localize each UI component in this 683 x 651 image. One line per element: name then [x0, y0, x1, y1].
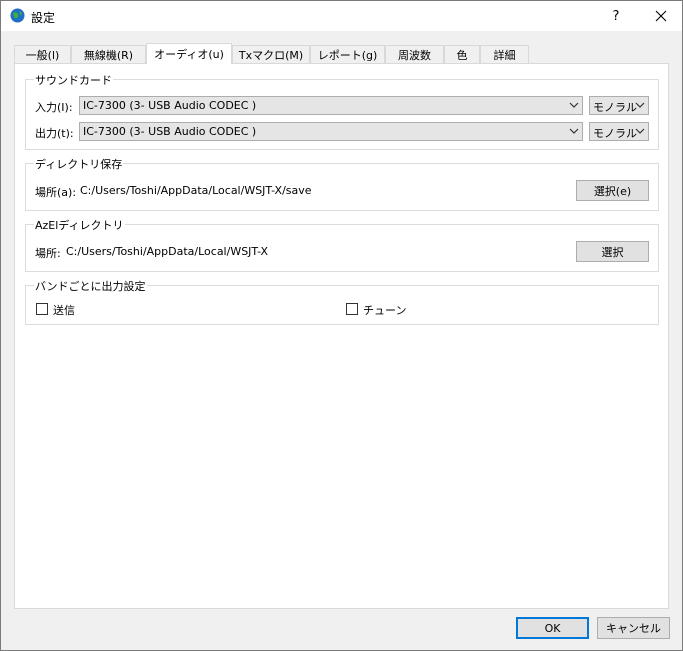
azel-path: C:/Users/Toshi/AppData/Local/WSJT-X — [66, 245, 269, 258]
tab-frequencies[interactable]: 周波数 — [385, 45, 444, 63]
save-directory-group: ディレクトリ保存 場所(a): C:/Users/Toshi/AppData/L… — [25, 156, 659, 211]
cancel-button[interactable]: キャンセル — [597, 617, 670, 639]
input-label: 入力(I): — [35, 101, 73, 114]
output-channel-value: モノラル — [593, 127, 637, 140]
close-icon — [655, 10, 667, 22]
chevron-down-icon — [635, 128, 645, 134]
output-channel-select[interactable]: モノラル — [589, 122, 649, 141]
tab-radio[interactable]: 無線機(R) — [71, 45, 146, 63]
azel-select-button[interactable]: 選択 — [576, 241, 649, 262]
close-button[interactable] — [641, 1, 681, 31]
help-button[interactable]: ? — [601, 1, 631, 31]
output-device-select[interactable]: IC-7300 (3- USB Audio CODEC ) — [79, 122, 583, 141]
title-bar: 設定 ? — [1, 1, 682, 31]
azel-directory-group-title: AzElディレクトリ — [34, 217, 125, 233]
chevron-down-icon — [569, 102, 579, 108]
save-select-button[interactable]: 選択(e) — [576, 180, 649, 201]
tab-tx-macros[interactable]: Txマクロ(M) — [232, 45, 310, 63]
audio-tab-panel: サウンドカード 入力(I): IC-7300 (3- USB Audio COD… — [14, 63, 669, 609]
azel-directory-group: AzElディレクトリ 場所: C:/Users/Toshi/AppData/Lo… — [25, 217, 659, 272]
tune-label: チューン — [363, 304, 407, 317]
azel-location-label: 場所: — [35, 247, 61, 260]
settings-dialog: 設定 ? 一般(l) 無線機(R) オーディオ(u) Txマクロ(M) レポート… — [0, 0, 683, 651]
tab-reporting[interactable]: レポート(g) — [310, 45, 385, 63]
output-device-value: IC-7300 (3- USB Audio CODEC ) — [83, 125, 257, 138]
input-device-select[interactable]: IC-7300 (3- USB Audio CODEC ) — [79, 96, 583, 115]
soundcard-group: サウンドカード 入力(I): IC-7300 (3- USB Audio COD… — [25, 72, 659, 150]
ok-button[interactable]: OK — [516, 617, 589, 639]
soundcard-group-title: サウンドカード — [34, 72, 113, 88]
transmit-checkbox[interactable] — [36, 303, 48, 315]
tune-checkbox[interactable] — [346, 303, 358, 315]
tab-colors[interactable]: 色 — [444, 45, 480, 63]
band-output-group: バンドごとに出力設定 送信 チューン — [25, 278, 659, 325]
tab-general[interactable]: 一般(l) — [14, 45, 71, 63]
chevron-down-icon — [635, 102, 645, 108]
save-path: C:/Users/Toshi/AppData/Local/WSJT-X/save — [80, 184, 312, 197]
window-title: 設定 — [31, 11, 56, 25]
input-channel-value: モノラル — [593, 101, 637, 114]
save-directory-group-title: ディレクトリ保存 — [34, 156, 124, 172]
tab-audio[interactable]: オーディオ(u) — [146, 43, 232, 64]
band-output-group-title: バンドごとに出力設定 — [34, 278, 147, 294]
input-channel-select[interactable]: モノラル — [589, 96, 649, 115]
globe-icon — [10, 8, 25, 23]
transmit-label: 送信 — [53, 304, 75, 317]
input-device-value: IC-7300 (3- USB Audio CODEC ) — [83, 99, 257, 112]
chevron-down-icon — [569, 128, 579, 134]
save-location-label: 場所(a): — [35, 186, 77, 199]
output-label: 出力(t): — [35, 127, 74, 140]
tab-advanced[interactable]: 詳細 — [480, 45, 529, 63]
